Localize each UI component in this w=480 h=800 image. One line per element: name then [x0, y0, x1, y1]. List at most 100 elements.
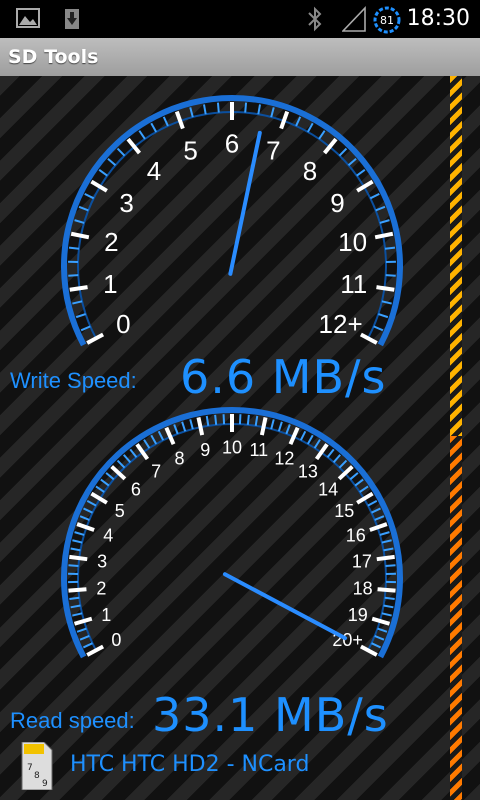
tick-label: 18 [353, 579, 373, 599]
minor-tick [68, 246, 80, 250]
minor-tick [79, 515, 90, 521]
major-tick [376, 554, 395, 562]
clock: 18:30 [406, 6, 470, 31]
minor-tick [98, 168, 108, 177]
minor-tick [150, 122, 158, 133]
major-tick [70, 231, 90, 240]
minor-tick [371, 642, 381, 649]
minor-tick [379, 531, 390, 536]
minor-tick [254, 415, 259, 426]
read-speed-gauge: 012345678 9 10 11 121314151617181920+ [61, 407, 403, 659]
minor-tick [72, 612, 83, 617]
minor-tick [246, 414, 250, 425]
app-title: SD Tools [8, 46, 99, 68]
card-digit: 8 [34, 771, 40, 781]
minor-tick [116, 459, 126, 469]
card-digit: 9 [42, 779, 48, 789]
tick-label: 6 [225, 128, 239, 158]
minor-tick [162, 116, 169, 127]
tick-label: 2 [104, 227, 118, 257]
minor-tick [313, 439, 321, 449]
battery-level: 81 [380, 14, 394, 27]
tick-label: 0 [111, 630, 121, 650]
major-tick [68, 587, 87, 593]
minor-tick [150, 434, 158, 445]
tick-label: 12 [274, 448, 294, 468]
minor-tick [385, 564, 396, 568]
minor-tick [374, 515, 385, 521]
tick-label: 2 [96, 579, 106, 599]
minor-tick [205, 415, 210, 426]
major-tick [314, 443, 329, 461]
minor-tick [371, 507, 381, 514]
tick-label: 4 [103, 525, 113, 545]
tick-label: 8 [175, 448, 185, 468]
minor-tick [379, 219, 390, 224]
minor-tick [216, 102, 220, 113]
minor-tick [69, 596, 80, 600]
minor-tick [83, 507, 93, 514]
minor-tick [270, 419, 275, 430]
minor-tick [143, 439, 151, 449]
major-tick [135, 443, 150, 461]
card-digit: 7 [27, 763, 33, 773]
minor-tick [374, 635, 385, 641]
major-tick [377, 587, 396, 593]
minor-tick [381, 300, 392, 305]
minor-tick [277, 421, 283, 432]
minor-tick [68, 564, 79, 568]
minor-tick [72, 539, 83, 544]
minor-tick [74, 219, 85, 224]
title-bar: SD Tools [0, 38, 480, 77]
minor-tick [270, 107, 275, 118]
minor-tick [367, 499, 378, 507]
minor-tick [222, 414, 226, 425]
major-tick [259, 417, 268, 436]
minor-tick [116, 147, 126, 157]
minor-tick [383, 547, 394, 552]
minor-tick [203, 104, 207, 115]
tick-label: 0 [116, 309, 130, 339]
minor-tick [105, 472, 115, 481]
gauge-inner-rim [77, 423, 387, 651]
minor-tick [306, 434, 314, 445]
tick-label: 17 [352, 552, 372, 572]
minor-tick [173, 424, 179, 435]
major-tick [371, 616, 391, 626]
minor-tick [129, 448, 138, 458]
device-name: HTC HTC HD2 - NCard [70, 752, 310, 777]
minor-tick [214, 414, 218, 425]
tick-label: 12+ [319, 309, 363, 339]
minor-tick [72, 300, 83, 305]
major-tick [73, 616, 93, 626]
minor-tick [123, 454, 132, 463]
minor-tick [76, 627, 87, 633]
tick-label: 4 [147, 156, 161, 186]
gauge-needle [222, 572, 348, 641]
minor-tick [80, 325, 91, 332]
tick-label: 1 [103, 269, 117, 299]
minor-tick [78, 205, 89, 212]
minor-tick [384, 596, 395, 600]
tick-label: 16 [346, 525, 366, 545]
minor-tick [347, 158, 357, 167]
minor-tick [189, 107, 194, 118]
minor-tick [83, 642, 93, 649]
minor-tick [238, 414, 242, 425]
device-row[interactable]: 7 8 9 HTC HTC HD2 - NCard [18, 740, 448, 792]
major-tick [376, 285, 395, 292]
minor-tick [299, 430, 307, 441]
minor-tick [381, 539, 392, 544]
signal-icon [342, 6, 366, 32]
major-tick [76, 522, 95, 532]
major-tick [69, 554, 88, 562]
tick-label: 6 [131, 479, 141, 499]
download-icon [65, 9, 79, 29]
major-tick [174, 110, 185, 130]
minor-tick [100, 478, 110, 487]
major-tick [369, 522, 388, 532]
minor-tick [385, 274, 396, 277]
minor-tick [306, 122, 314, 133]
read-speed-value: 33.1 MB/s [152, 688, 389, 742]
tick-label: 8 [303, 156, 317, 186]
